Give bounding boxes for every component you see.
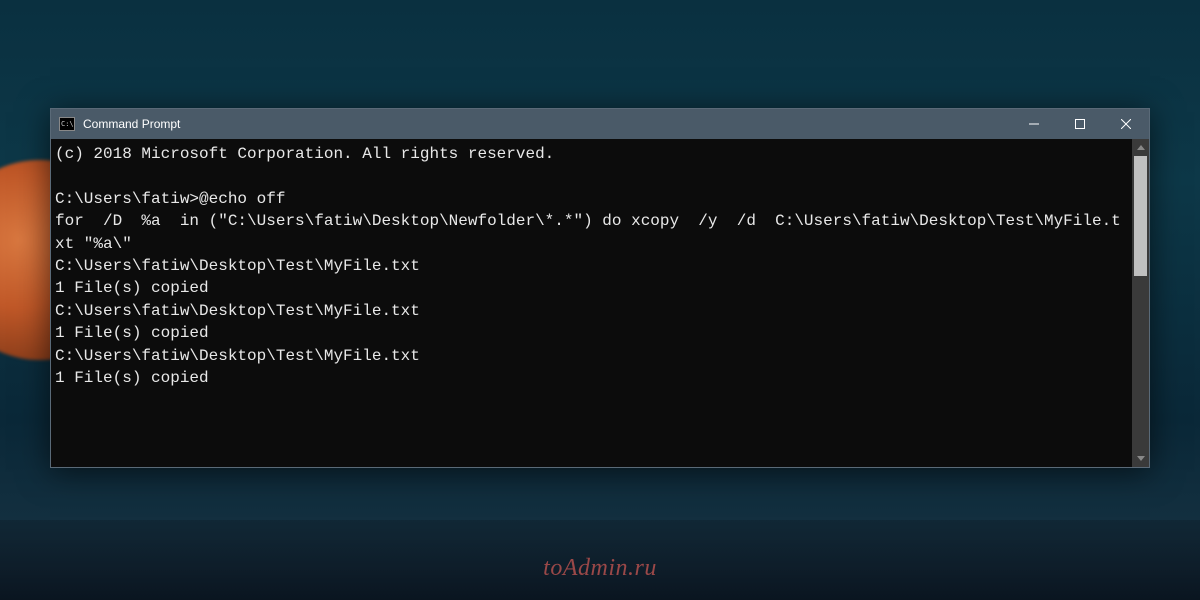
scrollbar-track[interactable] bbox=[1132, 156, 1149, 450]
scroll-up-arrow-icon[interactable] bbox=[1132, 139, 1149, 156]
scrollbar-thumb[interactable] bbox=[1134, 156, 1147, 276]
maximize-button[interactable] bbox=[1057, 109, 1103, 139]
watermark-text: toAdmin.ru bbox=[543, 555, 657, 582]
vertical-scrollbar[interactable] bbox=[1132, 139, 1149, 467]
terminal-output[interactable]: (c) 2018 Microsoft Corporation. All righ… bbox=[51, 139, 1132, 467]
minimize-button[interactable] bbox=[1011, 109, 1057, 139]
terminal-body: (c) 2018 Microsoft Corporation. All righ… bbox=[51, 139, 1149, 467]
window-controls bbox=[1011, 109, 1149, 139]
scroll-down-arrow-icon[interactable] bbox=[1132, 450, 1149, 467]
window-title: Command Prompt bbox=[83, 117, 1011, 131]
close-button[interactable] bbox=[1103, 109, 1149, 139]
command-prompt-window: C:\ Command Prompt (c) 2018 Microsoft Co… bbox=[50, 108, 1150, 468]
titlebar[interactable]: C:\ Command Prompt bbox=[51, 109, 1149, 139]
cmd-icon: C:\ bbox=[59, 117, 75, 131]
